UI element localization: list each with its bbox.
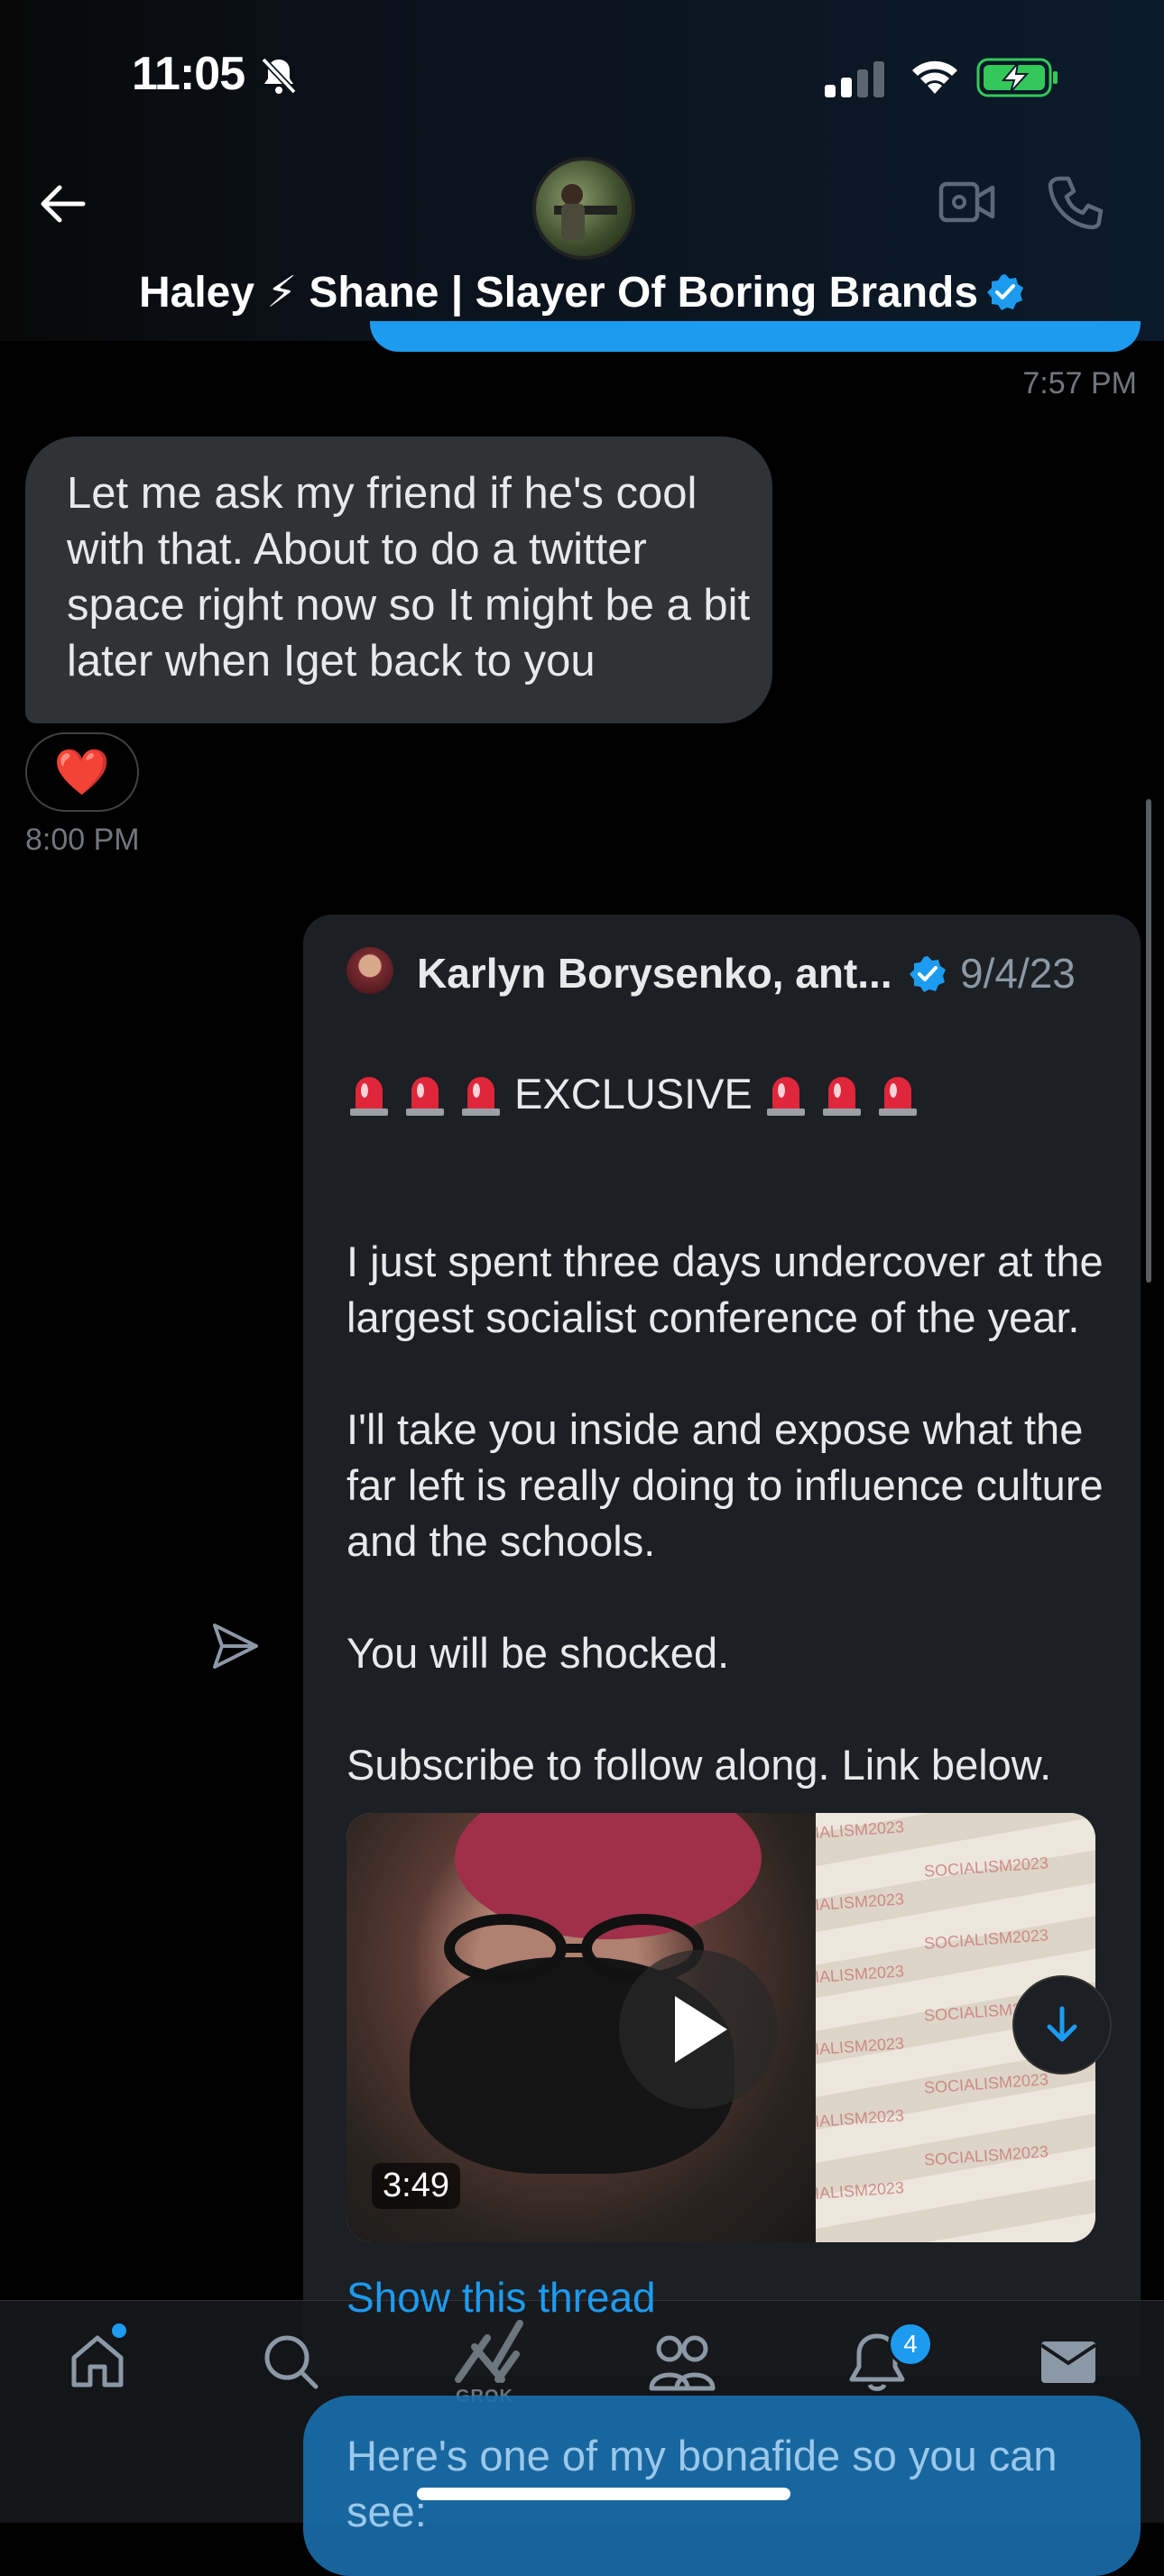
- play-button[interactable]: [619, 1950, 778, 2109]
- post-headline-text: EXCLUSIVE: [514, 1070, 753, 1118]
- verified-badge-icon: [908, 954, 947, 994]
- post-author-avatar[interactable]: [346, 947, 393, 994]
- siren-icon: [462, 1077, 500, 1116]
- post-headline: EXCLUSIVE: [346, 1066, 1113, 1122]
- siren-icon: [406, 1077, 444, 1116]
- post-body: I just spent three days undercover at th…: [346, 1237, 1104, 1789]
- wall-text: SOCIALISM2023: [923, 2142, 1049, 2169]
- bell-off-icon: [260, 56, 298, 96]
- video-call-button[interactable]: [938, 177, 996, 227]
- wall-text: SOCIALISM2023: [923, 1854, 1049, 1881]
- home-notification-dot: [112, 2323, 126, 2338]
- status-time: 11:05: [132, 48, 245, 100]
- wifi-icon: [908, 56, 962, 96]
- battery-charging-icon: [976, 58, 1059, 97]
- verified-badge-icon: [985, 272, 1025, 312]
- heart-icon: ❤️: [53, 747, 111, 797]
- search-icon[interactable]: [260, 2331, 321, 2392]
- scroll-to-bottom-button[interactable]: [1012, 1975, 1112, 2075]
- home-icon[interactable]: [67, 2331, 128, 2392]
- communities-icon[interactable]: [648, 2331, 716, 2392]
- arrow-down-icon: [1047, 2006, 1077, 2042]
- cellular-signal-icon: [825, 61, 886, 97]
- message-timestamp: 8:00 PM: [25, 823, 140, 857]
- notification-count-badge: 4: [888, 2322, 933, 2367]
- heart-reaction[interactable]: ❤️: [25, 732, 139, 812]
- scrollbar[interactable]: [1146, 799, 1151, 1283]
- back-button[interactable]: [36, 177, 90, 231]
- video-duration: 3:49: [372, 2163, 460, 2209]
- post-video-thumbnail[interactable]: SOCIALISM2023 SOCIALISM2023 SOCIALISM202…: [346, 1813, 1095, 2242]
- message-timestamp: 7:57 PM: [1022, 366, 1137, 400]
- post-date: 9/4/23: [960, 950, 1076, 997]
- wall-text: SOCIALISM2023: [923, 2070, 1049, 2097]
- received-message-text: Let me ask my friend if he's cool with t…: [67, 469, 751, 685]
- post-author-name[interactable]: Karlyn Borysenko, ant...: [417, 949, 892, 998]
- previous-sent-bubble[interactable]: [370, 321, 1141, 352]
- share-icon[interactable]: [211, 1622, 260, 1670]
- siren-icon: [878, 1077, 917, 1116]
- home-indicator[interactable]: [417, 2488, 790, 2500]
- show-thread-link[interactable]: Show this thread: [346, 2273, 656, 2322]
- siren-icon: [766, 1077, 805, 1116]
- wall-text: SOCIALISM2023: [923, 1926, 1049, 1953]
- sent-message-text: Here's one of my bonafide so you can see…: [346, 2432, 1058, 2535]
- contact-name-text: Haley ⚡ Shane | Slayer Of Boring Brands: [138, 269, 979, 317]
- phone-call-button[interactable]: [1047, 173, 1104, 231]
- play-icon: [675, 1996, 727, 2063]
- siren-icon: [350, 1077, 388, 1116]
- siren-icon: [822, 1077, 861, 1116]
- messages-icon[interactable]: [1038, 2331, 1099, 2392]
- grok-icon[interactable]: [451, 2320, 523, 2383]
- contact-name[interactable]: Haley ⚡ Shane | Slayer Of Boring Brands: [0, 267, 1164, 317]
- contact-avatar[interactable]: [532, 157, 635, 260]
